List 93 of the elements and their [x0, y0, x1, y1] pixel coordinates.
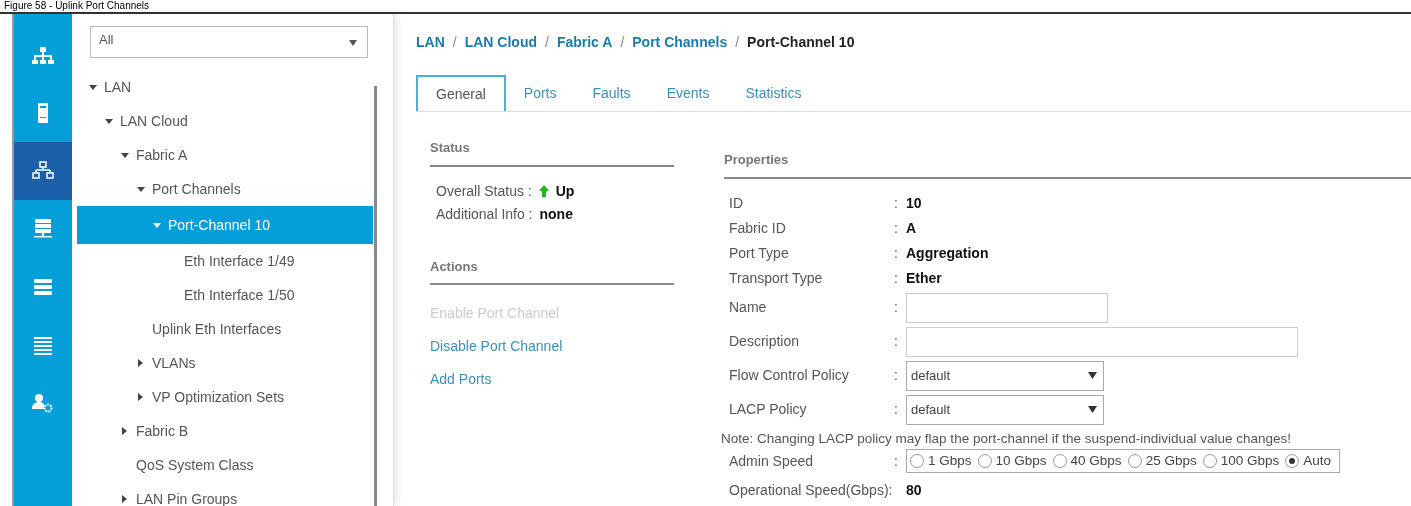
collapsed-caret-icon — [122, 495, 127, 503]
status-value: Up — [555, 181, 575, 201]
field-label: Flow Control Policy — [728, 366, 850, 385]
tree-item[interactable]: VLANs — [77, 346, 393, 380]
tab[interactable]: General — [416, 75, 506, 111]
colon: : — [894, 193, 899, 213]
colon: : — [894, 400, 899, 419]
tree-item[interactable]: LAN Pin Groups — [77, 482, 393, 506]
tree-item[interactable]: Fabric A — [77, 138, 393, 172]
figure-caption: Figure 58 - Uplink Port Channels — [4, 0, 150, 12]
radio-option[interactable]: 25 Gbps — [1127, 451, 1197, 472]
radio-option[interactable]: 40 Gbps — [1052, 451, 1122, 472]
breadcrumb-link[interactable]: LAN — [416, 32, 445, 53]
tree-item[interactable]: Fabric B — [77, 414, 393, 448]
status-label: Overall Status : — [436, 181, 532, 201]
breadcrumb-separator: / — [545, 33, 549, 52]
dropdown-caret-icon — [1088, 405, 1097, 413]
breadcrumb-link[interactable]: LAN Cloud — [464, 32, 537, 53]
breadcrumb-link[interactable]: Port Channels — [632, 32, 728, 53]
tab[interactable]: Events — [648, 75, 728, 111]
action-link[interactable]: Disable Port Channel — [430, 336, 563, 357]
breadcrumb-separator: / — [452, 33, 457, 52]
expanded-caret-icon — [136, 186, 145, 192]
field-label: Port Type — [728, 243, 790, 263]
dropdown-caret-icon — [349, 40, 357, 46]
field-label: LACP Policy — [728, 400, 808, 419]
up-arrow-icon — [538, 185, 549, 197]
field-value: 80 — [906, 480, 922, 500]
colon: : — [894, 218, 899, 238]
section-title: Actions — [430, 256, 674, 285]
breadcrumb-current: Port-Channel 10 — [747, 33, 855, 52]
network-tree-icon — [32, 45, 54, 65]
nav-button[interactable] — [14, 142, 72, 200]
tree-item[interactable]: LAN Cloud — [77, 104, 393, 138]
breadcrumb-separator: / — [620, 33, 625, 52]
field-value: Ether — [906, 268, 942, 288]
server-stack-icon — [32, 219, 54, 239]
field-value: Aggregation — [906, 243, 989, 263]
tree-item[interactable]: Port Channels — [77, 172, 393, 206]
expanded-caret-icon — [104, 118, 113, 124]
colon: : — [894, 243, 899, 263]
collapsed-caret-icon — [138, 359, 143, 367]
section-title: Properties — [724, 150, 1411, 179]
select-dropdown[interactable]: default — [906, 360, 1104, 391]
field-label: Name — [728, 298, 768, 317]
tree-item[interactable]: Uplink Eth Interfaces — [77, 312, 393, 346]
collapsed-caret-icon — [122, 427, 127, 435]
colon: : — [894, 451, 899, 471]
field-value: 10 — [906, 193, 922, 213]
radio-option[interactable]: 10 Gbps — [977, 451, 1047, 472]
collapsed-caret-icon — [138, 393, 143, 401]
expanded-caret-icon — [120, 152, 129, 158]
radio-option[interactable]: Auto — [1285, 451, 1331, 472]
field-label: Operational Speed(Gbps): — [728, 480, 894, 500]
radio-option[interactable]: 100 Gbps — [1202, 451, 1280, 472]
text-field[interactable] — [906, 326, 1298, 357]
radio-option[interactable]: 1 Gbps — [910, 451, 972, 472]
breadcrumb-separator: / — [735, 33, 740, 52]
field-label: Description — [728, 332, 801, 351]
dropdown-caret-icon — [1088, 371, 1097, 379]
filter-dropdown[interactable]: All — [90, 26, 368, 58]
breadcrumb-link[interactable]: Fabric A — [556, 32, 613, 53]
tree-item[interactable]: Eth Interface 1/49 — [77, 244, 393, 278]
field-label: ID — [728, 193, 744, 213]
scrollbar[interactable] — [374, 86, 377, 506]
section-title: Status — [430, 138, 674, 167]
expanded-caret-icon — [152, 222, 161, 228]
network-icon — [32, 161, 54, 181]
admin-settings-icon — [32, 393, 54, 413]
storage-icon — [32, 277, 54, 297]
tab[interactable]: Ports — [505, 75, 575, 111]
colon: : — [894, 298, 899, 317]
action-link[interactable]: Add Ports — [430, 369, 492, 390]
expanded-caret-icon — [88, 84, 97, 90]
colon: : — [894, 366, 899, 385]
info-value: none — [539, 204, 573, 224]
select-dropdown[interactable]: default — [906, 394, 1104, 425]
field-label: Fabric ID — [728, 218, 787, 238]
text-field[interactable] — [906, 292, 1108, 323]
note-text: Note: Changing LACP policy may flap the port-channel if the suspend-individual value changes! — [721, 429, 1293, 448]
list-icon — [32, 335, 54, 355]
tree-item[interactable]: QoS System Class — [77, 448, 393, 482]
field-label: Transport Type — [728, 268, 824, 288]
field-label: Admin Speed — [728, 451, 815, 471]
info-label: Additional Info : — [436, 204, 533, 224]
tab[interactable]: Faults — [574, 75, 649, 111]
tree-item[interactable]: Eth Interface 1/50 — [77, 278, 393, 312]
tree-item[interactable]: VP Optimization Sets — [77, 380, 393, 414]
tab[interactable]: Statistics — [727, 75, 820, 111]
field-value: A — [906, 218, 917, 238]
colon: : — [894, 332, 899, 351]
colon: : — [894, 268, 899, 288]
tree-item[interactable]: LAN — [77, 70, 393, 104]
